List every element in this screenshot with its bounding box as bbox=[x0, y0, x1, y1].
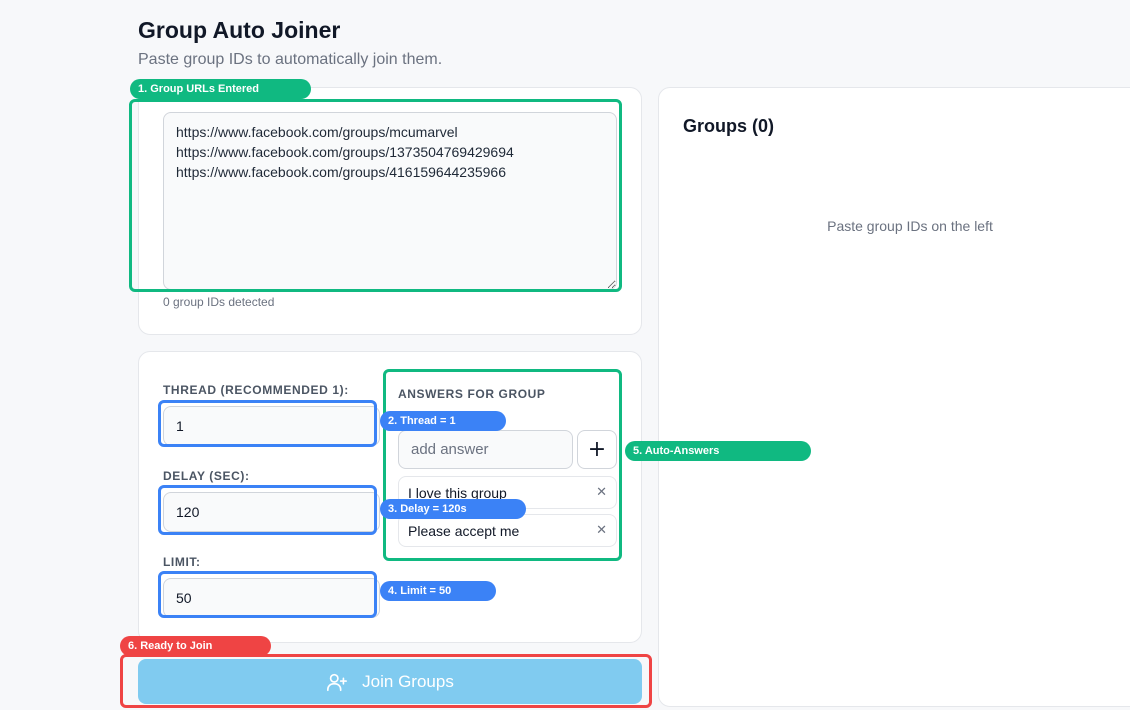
highlight-thread bbox=[158, 400, 377, 447]
limit-label: LIMIT: bbox=[163, 555, 201, 569]
detected-count: 0 group IDs detected bbox=[163, 295, 275, 309]
page-subtitle: Paste group IDs to automatically join th… bbox=[138, 51, 443, 68]
annotation-delay: 3. Delay = 120s bbox=[380, 499, 526, 519]
annotation-thread: 2. Thread = 1 bbox=[380, 411, 506, 431]
annotation-auto-answers: 5. Auto-Answers bbox=[625, 441, 811, 461]
annotation-ready-to-join: 6. Ready to Join bbox=[120, 636, 271, 656]
annotation-limit: 4. Limit = 50 bbox=[380, 581, 496, 601]
page-title: Group Auto Joiner bbox=[138, 17, 341, 43]
groups-panel bbox=[658, 87, 1130, 707]
groups-title: Groups (0) bbox=[683, 116, 775, 136]
highlight-limit bbox=[158, 571, 377, 618]
annotation-group-urls: 1. Group URLs Entered bbox=[130, 79, 311, 99]
groups-empty-state: Paste group IDs on the left bbox=[827, 218, 993, 234]
highlight-answers bbox=[383, 369, 622, 561]
delay-label: DELAY (SEC): bbox=[163, 469, 250, 483]
highlight-join bbox=[120, 654, 652, 708]
thread-label: THREAD (RECOMMENDED 1): bbox=[163, 383, 349, 397]
highlight-delay bbox=[158, 485, 377, 535]
highlight-group-urls bbox=[129, 99, 622, 292]
